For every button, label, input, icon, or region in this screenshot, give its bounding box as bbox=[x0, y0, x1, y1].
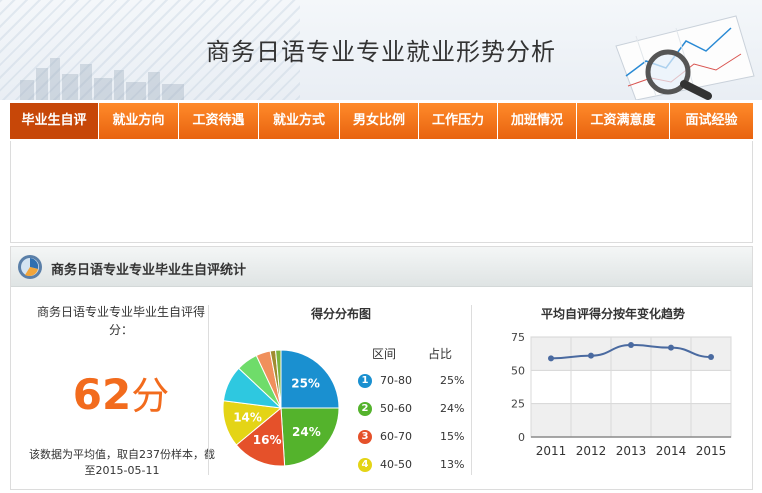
legend-header-share: 占比 bbox=[428, 347, 453, 361]
legend-row: 4 40-50 13% bbox=[356, 457, 466, 473]
data-point[interactable] bbox=[708, 354, 714, 360]
legend-range: 60-70 bbox=[380, 430, 412, 443]
legend-index-badge: 4 bbox=[358, 458, 372, 472]
pie-slice-label: 16% bbox=[253, 433, 282, 447]
x-tick-label: 2013 bbox=[616, 444, 647, 458]
section-header: 商务日语专业专业毕业生自评统计 bbox=[11, 247, 752, 287]
nav-tab-career-direction[interactable]: 就业方向 bbox=[99, 103, 179, 139]
pie-slice-label: 25% bbox=[291, 376, 320, 390]
tab-content-area bbox=[10, 141, 753, 243]
legend-index-badge: 3 bbox=[358, 430, 372, 444]
data-point[interactable] bbox=[588, 352, 594, 359]
legend-index-badge: 1 bbox=[358, 374, 372, 388]
x-tick-label: 2014 bbox=[656, 444, 687, 458]
score-label: 商务日语专业专业毕业生自评得分： bbox=[36, 305, 205, 337]
nav-tab-salary-satisfaction[interactable]: 工资满意度 bbox=[577, 103, 670, 139]
legend-range: 70-80 bbox=[380, 374, 412, 387]
legend-row: 3 60-70 15% bbox=[356, 429, 466, 445]
score-distribution-pie-chart: 25% 24% 16% 14% bbox=[222, 349, 340, 467]
column-divider bbox=[471, 305, 472, 475]
yearly-trend-line-chart: 0 25 50 75 2011 2012 2013 2014 2015 bbox=[511, 331, 732, 458]
y-tick-label: 0 bbox=[518, 431, 525, 444]
legend-range: 40-50 bbox=[380, 458, 412, 471]
score-unit: 分 bbox=[131, 374, 170, 418]
legend-share: 25% bbox=[440, 374, 465, 387]
legend-row: 2 50-60 24% bbox=[356, 401, 466, 417]
nav-tab-employment-type[interactable]: 就业方式 bbox=[259, 103, 340, 139]
line-chart-title: 平均自评得分按年变化趋势 bbox=[540, 307, 685, 321]
y-tick-label: 50 bbox=[511, 364, 525, 377]
pie-slice-label: 24% bbox=[292, 425, 321, 439]
legend-index-badge: 2 bbox=[358, 402, 372, 416]
data-point[interactable] bbox=[668, 344, 674, 351]
legend-share: 15% bbox=[440, 430, 465, 443]
self-evaluation-section: 商务日语专业专业毕业生自评统计 商务日语专业专业毕业生自评得分： 62分 该数据… bbox=[10, 246, 753, 490]
legend-share: 24% bbox=[440, 402, 465, 415]
grid-band bbox=[531, 403, 731, 437]
data-point[interactable] bbox=[628, 342, 634, 348]
nav-tab-self-evaluation[interactable]: 毕业生自评 bbox=[10, 103, 99, 139]
main-nav: 毕业生自评 就业方向 工资待遇 就业方式 男女比例 工作压力 加班情况 工资满意… bbox=[10, 103, 753, 139]
score-number: 62 bbox=[72, 370, 132, 419]
x-tick-label: 2011 bbox=[536, 444, 567, 458]
magnifier-chart-graphic bbox=[615, 15, 755, 100]
pie-slice-label: 14% bbox=[233, 411, 262, 425]
x-tick-label: 2012 bbox=[576, 444, 607, 458]
legend-share: 13% bbox=[440, 458, 465, 471]
legend-range: 50-60 bbox=[380, 402, 412, 415]
section-title: 商务日语专业专业毕业生自评统计 bbox=[51, 263, 247, 278]
header-banner: 商务日语专业专业就业形势分析 bbox=[0, 0, 762, 100]
pie-legend: 区间 占比 1 70-80 25% 2 50-60 24% 3 60-70 15% 4 40-50 1… bbox=[356, 345, 466, 475]
nav-tab-salary[interactable]: 工资待遇 bbox=[179, 103, 259, 139]
legend-header-range: 区间 bbox=[372, 347, 397, 361]
legend-row: 1 70-80 25% bbox=[356, 373, 466, 389]
stats-icon bbox=[18, 255, 42, 279]
nav-tab-overtime[interactable]: 加班情况 bbox=[498, 103, 577, 139]
score-value: 62分 bbox=[31, 365, 211, 420]
column-divider bbox=[208, 305, 209, 475]
nav-tab-interview-experience[interactable]: 面试经验 bbox=[670, 103, 753, 139]
y-tick-label: 75 bbox=[511, 331, 525, 344]
score-note: 该数据为平均值，取自237份样本，截至2015-05-11 bbox=[29, 448, 215, 477]
page: 商务日语专业专业就业形势分析 毕业生自评 就业方向 工资待遇 就业方式 男女比例… bbox=[0, 0, 762, 493]
nav-tab-work-pressure[interactable]: 工作压力 bbox=[419, 103, 498, 139]
x-tick-label: 2015 bbox=[696, 444, 727, 458]
nav-tab-gender-ratio[interactable]: 男女比例 bbox=[340, 103, 419, 139]
y-tick-label: 25 bbox=[511, 398, 525, 411]
data-point[interactable] bbox=[548, 355, 554, 362]
pie-chart-title: 得分分布图 bbox=[310, 307, 371, 321]
